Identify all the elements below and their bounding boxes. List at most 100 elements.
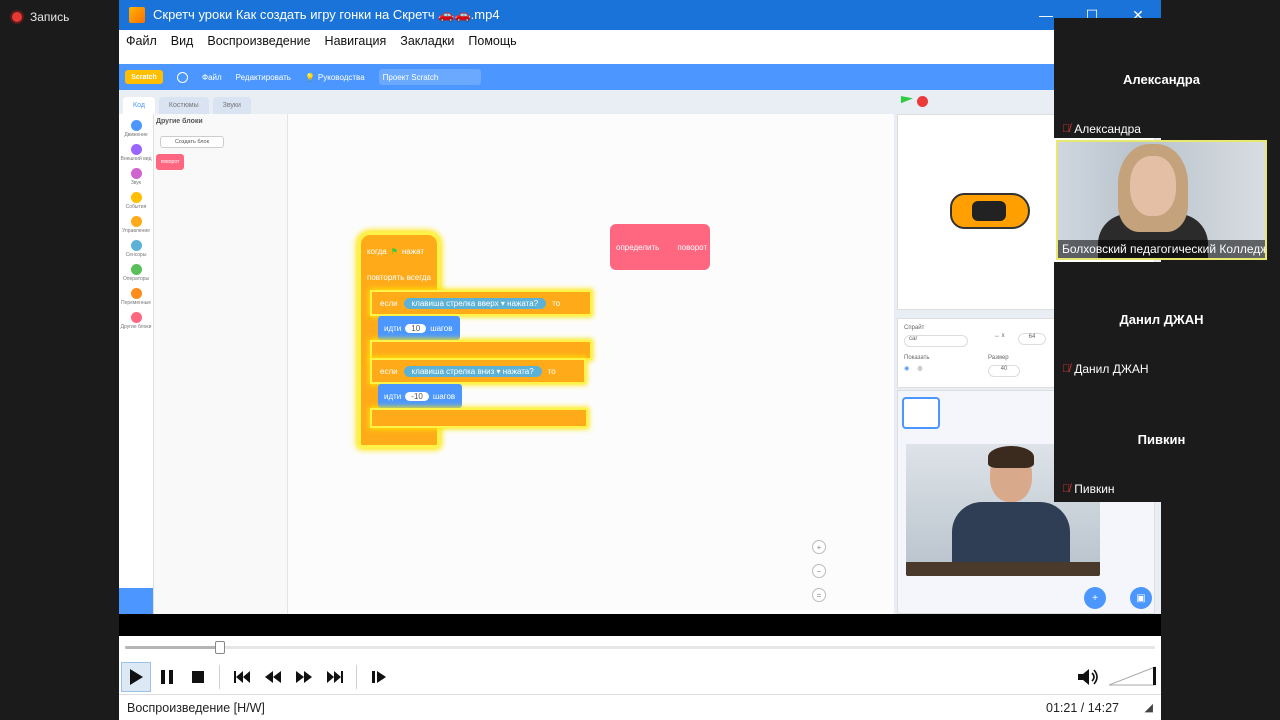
define-block: определить поворот (610, 224, 710, 270)
volume-slider[interactable] (1109, 666, 1157, 686)
stop-button[interactable] (183, 662, 213, 692)
category-events: События (119, 192, 153, 210)
category-label: Движение (124, 132, 148, 138)
participant-name: Данил ДЖАН (1119, 312, 1204, 327)
next-button[interactable] (320, 662, 350, 692)
menu-bar: Файл Вид Воспроизведение Навигация Закла… (119, 30, 1054, 52)
move-steps: -10 (405, 391, 429, 401)
zoom-reset-icon: = (812, 588, 826, 602)
category-control: Управление (119, 216, 153, 234)
seek-progress (125, 646, 220, 649)
hat-clicked: нажат (401, 247, 425, 256)
participant-camera[interactable]: Болховский педагогический Колледж (1056, 140, 1267, 260)
category-looks: Внешний вид (119, 144, 153, 162)
if-block-down-end (370, 408, 588, 428)
zoom-out-icon: − (812, 564, 826, 578)
block-categories: Движение Внешний вид Звук События Управл… (119, 114, 154, 614)
if-block-up-end (370, 340, 592, 360)
menu-playback[interactable]: Воспроизведение (200, 34, 317, 48)
palette-header: Другие блоки (156, 118, 203, 125)
participant-label: 🎙̸ Пивкин (1062, 482, 1115, 496)
key-dropdown: стрелка вверх ▾ (446, 298, 505, 308)
category-motion: Движение (119, 120, 153, 138)
status-bar: Воспроизведение [H/W] 01:21 / 14:27 ◢ (119, 694, 1161, 720)
window-title: Скретч уроки Как создать игру гонки на С… (153, 7, 500, 22)
screen: Запись Скретч уроки Как создать игру гон… (0, 0, 1280, 720)
then-label: то (547, 366, 556, 376)
participants-panel: Александра 🎙̸ Александра Болховский педаг… (1054, 18, 1269, 502)
steps-label: шагов (430, 323, 453, 333)
play-button[interactable] (121, 662, 151, 692)
add-backdrop-icon: ▣ (1130, 587, 1152, 609)
rewind-button[interactable] (258, 662, 288, 692)
playback-status: Воспроизведение [H/W] (127, 700, 265, 715)
green-flag-icon (901, 96, 913, 104)
frame-step-icon (372, 671, 386, 683)
define-label: определить (616, 242, 660, 252)
category-dot-icon (130, 240, 142, 251)
sprite-label: Спрайт (904, 325, 925, 331)
rewind-icon (265, 671, 281, 683)
key-label: клавиша (411, 366, 444, 376)
menu-view[interactable]: Вид (164, 34, 201, 48)
pause-button[interactable] (152, 662, 182, 692)
sprite-thumbnail (902, 397, 940, 429)
camera-caption: Болховский педагогический Колледж (1058, 240, 1265, 258)
move-block-1: идти 10 шагов (378, 316, 460, 340)
show-label: Показать (904, 355, 930, 361)
palette-custom-block: поворот (156, 154, 184, 170)
if-block-down: если клавиша стрелка вниз ▾ нажата? то (370, 358, 586, 384)
volume-button[interactable] (1075, 664, 1101, 690)
participant-tile[interactable]: Александра 🎙̸ Александра (1054, 18, 1269, 138)
pressed-label: нажата? (502, 366, 534, 376)
if-block-up: если клавиша стрелка вверх ▾ нажата? то (370, 290, 592, 316)
playback-controls (119, 660, 1161, 694)
category-my-blocks: Другие блоки (119, 312, 153, 330)
fast-forward-button[interactable] (289, 662, 319, 692)
x-field: 64 (1018, 333, 1046, 345)
menu-bookmarks[interactable]: Закладки (393, 34, 461, 48)
participant-tile[interactable]: Данил ДЖАН 🎙̸ Данил ДЖАН (1054, 262, 1269, 382)
category-dot-icon (130, 312, 142, 323)
category-label: Управление (122, 228, 150, 234)
frame-step-button[interactable] (364, 662, 394, 692)
seek-track[interactable] (125, 646, 1155, 649)
if-label: если (380, 366, 398, 376)
category-label: События (125, 204, 147, 210)
video-frame[interactable]: Scratch Файл Редактировать 💡 Руководства … (119, 52, 1161, 614)
seek-handle[interactable] (215, 641, 225, 654)
menu-navigation[interactable]: Навигация (318, 34, 394, 48)
size-label: Размер (988, 355, 1009, 361)
globe-icon (177, 71, 188, 83)
mic-muted-icon: 🎙̸ (1062, 363, 1071, 375)
camera-person-face (1130, 156, 1176, 216)
player-app-icon (129, 7, 145, 23)
category-variables: Переменные (119, 288, 153, 306)
category-dot-icon (130, 168, 142, 179)
menu-file[interactable]: Файл (119, 34, 164, 48)
key-pressed-reporter: клавиша стрелка вниз ▾ нажата? (403, 365, 542, 377)
eye-icon: ◉ (904, 366, 910, 372)
participant-label-text: Александра (1074, 122, 1141, 136)
record-icon (12, 12, 22, 22)
play-icon (130, 669, 143, 685)
key-pressed-reporter: клавиша стрелка вверх ▾ нажата? (403, 297, 547, 309)
participant-tile[interactable]: Пивкин 🎙̸ Пивкин (1054, 382, 1269, 502)
scratch-menu-file: Файл (202, 72, 222, 82)
previous-button[interactable] (227, 662, 257, 692)
presenter-hair (988, 446, 1034, 468)
scratch-logo: Scratch (125, 70, 163, 84)
recording-indicator: Запись (12, 10, 69, 24)
seek-bar-area (119, 636, 1161, 660)
mic-muted-icon: 🎙̸ (1062, 123, 1071, 135)
fast-forward-icon (296, 671, 312, 683)
tab-sounds: Звуки (212, 97, 251, 114)
language-menu (177, 71, 188, 83)
key-label: клавиша (411, 298, 444, 308)
move-label: идти (384, 391, 402, 401)
size-field: 40 (988, 365, 1020, 377)
zoom-in-icon: + (812, 540, 826, 554)
forever-label: повторять всегда (367, 273, 431, 282)
green-flag-icon: ⚑ (390, 247, 398, 256)
menu-help[interactable]: Помощь (461, 34, 523, 48)
